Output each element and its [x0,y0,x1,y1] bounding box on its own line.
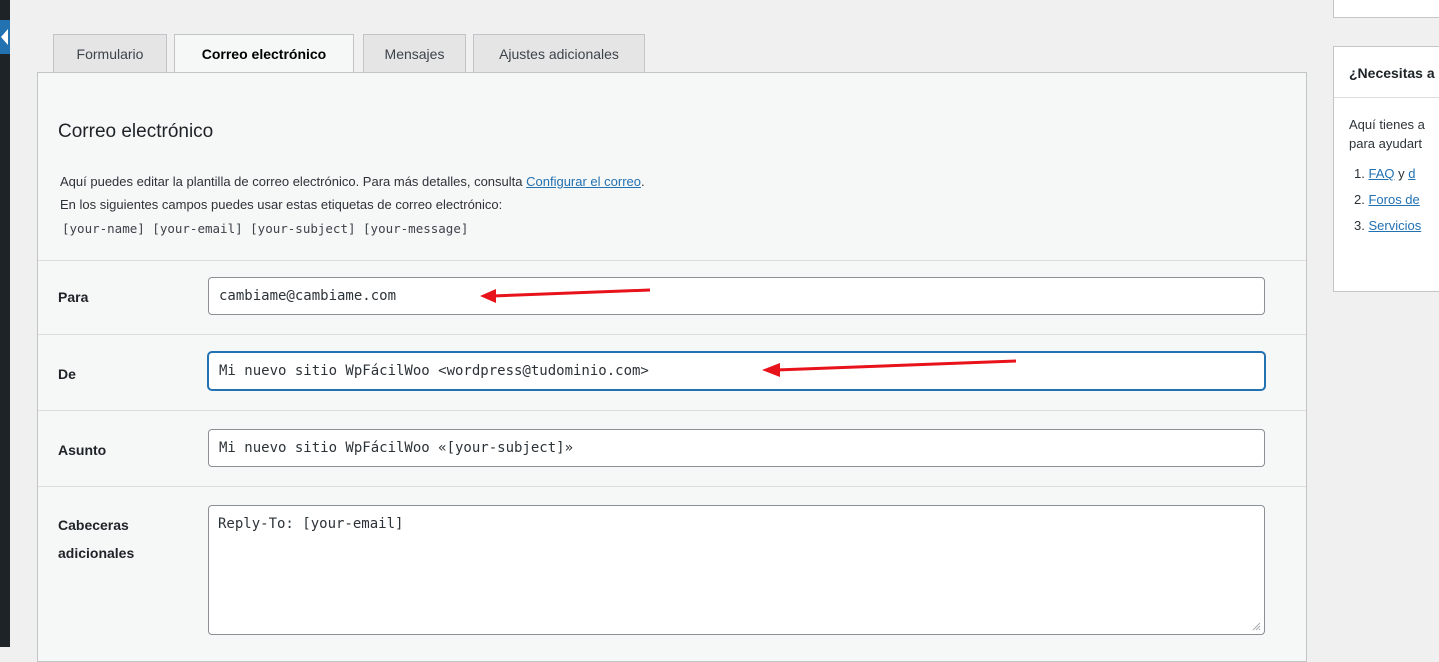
description-suffix: . [641,174,645,189]
from-field[interactable]: Mi nuevo sitio WpFácilWoo <wordpress@tud… [208,352,1265,390]
faq-link[interactable]: FAQ [1368,166,1394,181]
divider [38,410,1306,411]
to-field[interactable]: cambiame@cambiame.com [208,277,1265,315]
description-line-1: Aquí puedes editar la plantilla de corre… [60,174,645,189]
configure-mail-link[interactable]: Configurar el correo [526,174,641,189]
forums-link[interactable]: Foros de [1368,192,1419,207]
collapse-menu-icon[interactable] [0,20,10,54]
sidebar-box-top [1333,0,1439,18]
list-text: y [1394,166,1409,181]
help-list-item: 2. Foros de [1354,192,1420,207]
help-list-item: 1. FAQ y d [1354,166,1415,181]
tab-ajustes-adicionales[interactable]: Ajustes adicionales [473,34,645,72]
help-box-title: ¿Necesitas a [1349,65,1435,81]
divider [38,486,1306,487]
divider [38,334,1306,335]
headers-label-line-2: adicionales [58,545,135,561]
list-number: 2. [1354,192,1365,207]
additional-headers-value: Reply-To: [your-email] [218,516,404,532]
subject-label: Asunto [58,442,107,458]
help-box: ¿Necesitas a Aquí tienes a para ayudart … [1333,46,1439,292]
section-title: Correo electrónico [58,121,214,142]
annotation-arrow-icon [480,288,651,303]
services-link[interactable]: Servicios [1368,218,1421,233]
help-list-item: 3. Servicios [1354,218,1421,233]
tab-mensajes[interactable]: Mensajes [363,34,466,72]
mail-tags: [your-name] [your-email] [your-subject] … [62,221,469,236]
annotation-arrow-icon [762,359,1017,377]
to-label: Para [58,289,89,305]
description-text: Aquí puedes editar la plantilla de corre… [60,174,527,189]
help-text-line-2: para ayudart [1349,136,1422,151]
admin-sidebar [0,0,10,647]
from-label: De [58,366,76,382]
tab-correo-electronico[interactable]: Correo electrónico [174,34,354,74]
divider [1334,97,1439,98]
additional-headers-textarea[interactable]: Reply-To: [your-email] [208,505,1265,635]
tab-formulario[interactable]: Formulario [53,34,167,72]
docs-link[interactable]: d [1408,166,1415,181]
description-line-2: En los siguientes campos puedes usar est… [60,197,503,212]
list-number: 1. [1354,166,1365,181]
help-text-line-1: Aquí tienes a [1349,117,1425,132]
resize-handle-icon[interactable] [1251,621,1261,631]
divider [38,260,1306,261]
list-number: 3. [1354,218,1365,233]
subject-field[interactable]: Mi nuevo sitio WpFácilWoo «[your-subject… [208,429,1265,467]
headers-label-line-1: Cabeceras [58,517,129,533]
